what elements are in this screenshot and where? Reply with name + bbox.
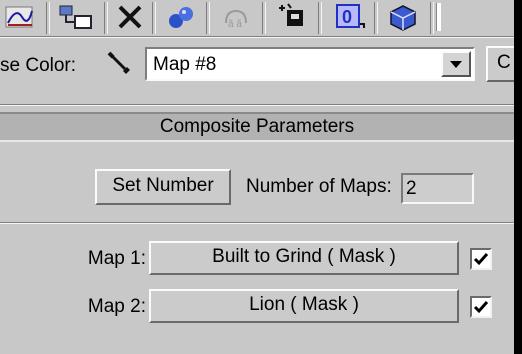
- set-number-button-label: Set Number: [112, 175, 214, 196]
- section-divider: [0, 104, 514, 106]
- panel-edge: [514, 0, 522, 354]
- dropdown-arrow-button[interactable]: [441, 51, 471, 77]
- map-1-label: Map 1:: [87, 248, 146, 269]
- toolbar-separator: [152, 2, 156, 34]
- toolbar-overflow: [436, 2, 514, 32]
- map-name-value: Map #8: [153, 54, 217, 75]
- map-2-button[interactable]: Lion ( Mask ): [149, 289, 459, 323]
- toolbar-separator: [430, 2, 434, 34]
- rollout-title: Composite Parameters: [159, 116, 355, 137]
- material-id-channel-icon[interactable]: 0: [326, 2, 372, 32]
- map-name-dropdown[interactable]: Map #8: [145, 47, 475, 81]
- number-of-maps-label: Number of Maps:: [246, 176, 392, 197]
- material-type-button-label: C: [497, 52, 511, 73]
- material-effects-icon: ã ã: [212, 2, 260, 32]
- number-of-maps-field[interactable]: 2: [401, 173, 474, 204]
- map-1-enable-checkbox[interactable]: [470, 248, 492, 270]
- section-divider: [0, 222, 514, 224]
- toolbar-separator: [104, 2, 108, 34]
- material-editor-panel: ã ã 0 se Color: Map #8 C Composite Param…: [0, 0, 514, 354]
- eyedropper-icon[interactable]: [106, 50, 134, 78]
- svg-text:0: 0: [342, 7, 352, 27]
- checkmark-icon: [473, 301, 489, 314]
- curve-graph-icon[interactable]: [0, 2, 44, 32]
- set-number-button[interactable]: Set Number: [95, 169, 231, 205]
- delete-x-icon[interactable]: [110, 2, 150, 32]
- svg-text:ã ã: ã ã: [228, 19, 242, 30]
- number-of-maps-value: 2: [406, 178, 417, 199]
- color-label: se Color:: [0, 55, 77, 76]
- map-2-label: Map 2:: [87, 296, 146, 317]
- map-2-enable-checkbox[interactable]: [470, 296, 492, 318]
- material-type-button[interactable]: C: [486, 46, 514, 82]
- map-2-name: Lion ( Mask ): [249, 294, 359, 315]
- put-to-library-icon[interactable]: [270, 2, 316, 32]
- toolbar-separator: [262, 2, 266, 34]
- hierarchy-icon[interactable]: [52, 2, 102, 32]
- checkmark-icon: [473, 253, 489, 266]
- toolbar-separator: [46, 2, 50, 34]
- composite-parameters-rollout-header[interactable]: Composite Parameters: [0, 112, 514, 142]
- map-1-button[interactable]: Built to Grind ( Mask ): [149, 241, 459, 275]
- toolbar-divider: [0, 36, 514, 38]
- show-map-in-viewport-icon[interactable]: [380, 2, 426, 32]
- toolbar-separator: [318, 2, 322, 34]
- toolbar-separator: [374, 2, 378, 34]
- map-1-name: Built to Grind ( Mask ): [212, 246, 396, 267]
- chevron-down-icon: [450, 61, 462, 68]
- material-editor-toolbar: ã ã 0: [0, 0, 514, 36]
- spheres-icon[interactable]: [160, 2, 204, 32]
- toolbar-separator: [206, 2, 210, 34]
